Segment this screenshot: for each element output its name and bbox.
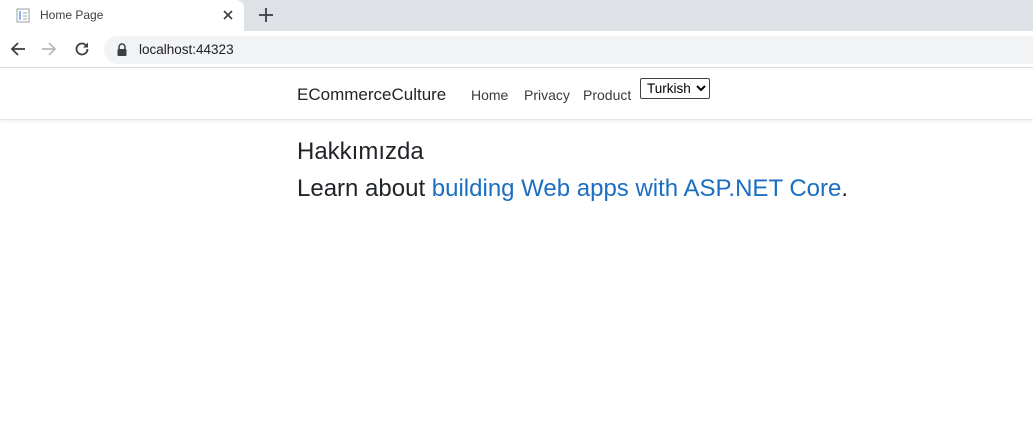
language-select[interactable]: Turkish (640, 78, 710, 99)
page-icon (16, 8, 30, 23)
brand-link[interactable]: ECommerceCulture (297, 85, 446, 105)
browser-tabstrip: Home Page (0, 0, 1033, 31)
main-content: Hakkımızda Learn about building Web apps… (297, 136, 848, 207)
arrow-right-icon[interactable] (40, 40, 58, 58)
lead-suffix: . (841, 175, 849, 202)
lead-paragraph: Learn about building Web apps with ASP.N… (297, 171, 848, 207)
lock-icon (117, 43, 127, 56)
page-title: Hakkımızda (297, 138, 424, 165)
site-header: ECommerceCulture Home Privacy Product Tu… (0, 69, 1033, 120)
arrow-left-icon[interactable] (9, 40, 27, 58)
docs-link[interactable]: building Web apps with ASP.NET Core (432, 175, 842, 202)
nav-link-home[interactable]: Home (471, 87, 508, 103)
plus-icon[interactable] (257, 6, 275, 24)
nav-link-privacy[interactable]: Privacy (524, 87, 570, 103)
reload-icon[interactable] (73, 40, 91, 58)
address-bar[interactable]: localhost:44323 (104, 36, 1033, 64)
url-text: localhost:44323 (139, 42, 234, 57)
lead-prefix: Learn about (297, 175, 432, 202)
browser-tab[interactable]: Home Page (0, 0, 244, 31)
nav-link-product[interactable]: Product (583, 87, 631, 103)
tab-title: Home Page (40, 8, 104, 22)
close-icon[interactable] (220, 7, 236, 23)
browser-toolbar: localhost:44323 (0, 31, 1033, 68)
